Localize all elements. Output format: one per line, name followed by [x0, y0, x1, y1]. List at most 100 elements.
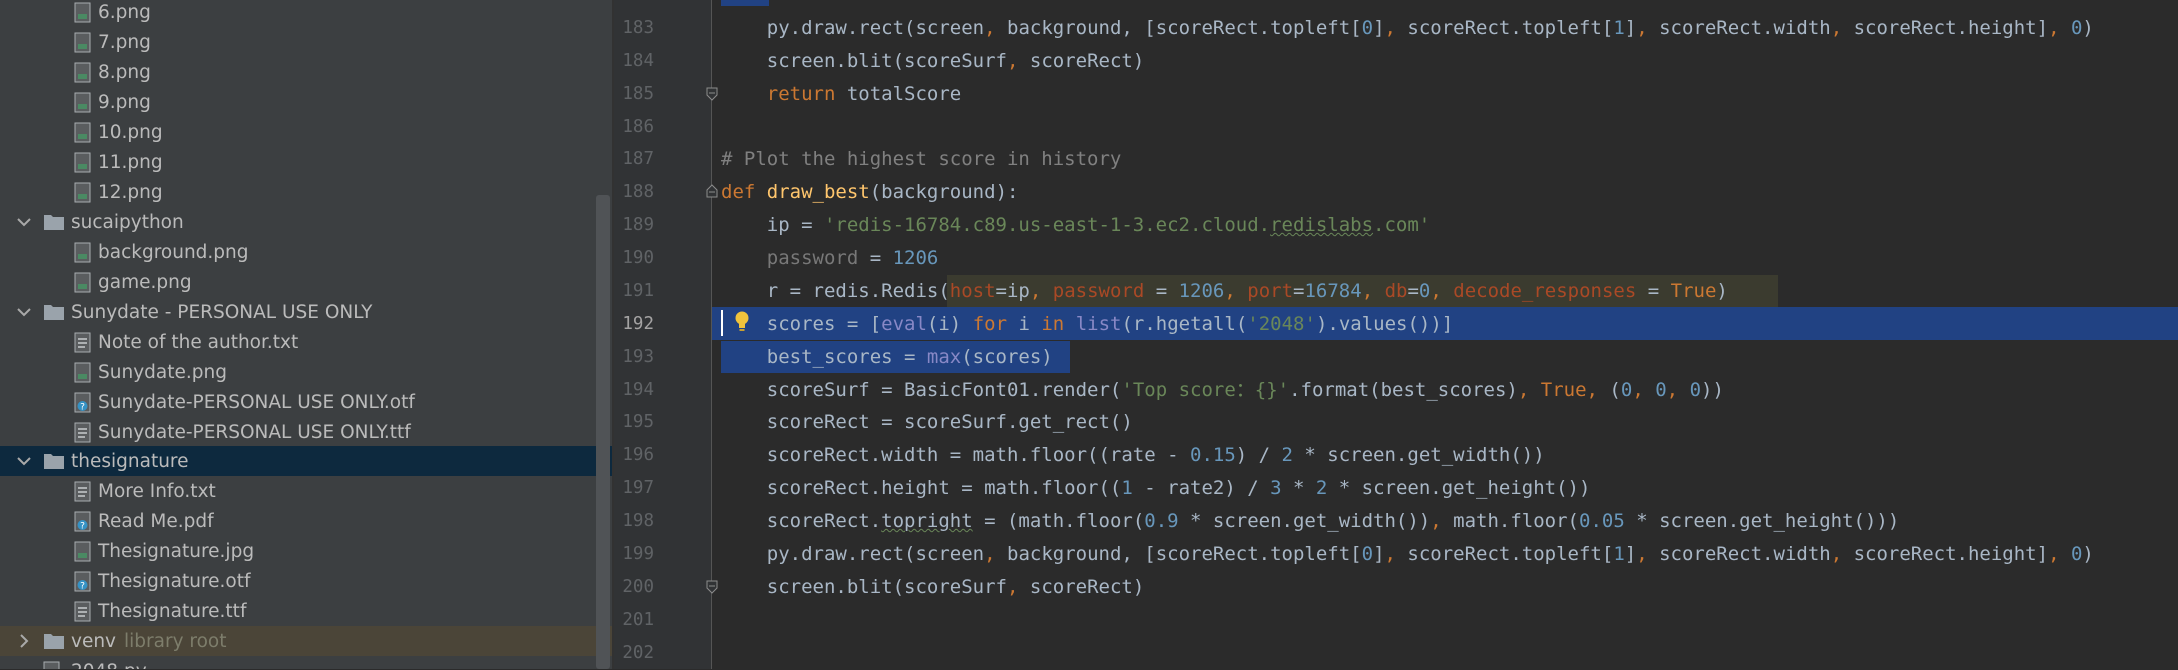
folder-icon	[44, 634, 64, 649]
fold-end-icon[interactable]	[705, 87, 719, 101]
code-line-200[interactable]: screen.blit(scoreSurf, scoreRect)	[721, 571, 1145, 604]
code-line-188[interactable]: def draw_best(background):	[721, 176, 1018, 209]
tree-item-file[interactable]: 8.png	[0, 57, 612, 87]
code-line-198[interactable]: scoreRect.topright = (math.floor(0.9 * s…	[721, 505, 1900, 538]
chevron-down-icon[interactable]	[16, 304, 32, 320]
image-file-icon	[74, 362, 91, 383]
project-tree-panel[interactable]: 6.png 7.png 8.png 9.png 10.png 11.png 12…	[0, 0, 612, 669]
code-line-195[interactable]: scoreRect = scoreSurf.get_rect()	[721, 406, 1133, 439]
line-number: 193	[622, 347, 654, 367]
code-line-183[interactable]: py.draw.rect(screen, background, [scoreR…	[721, 12, 2094, 45]
line-number: 184	[622, 51, 654, 71]
tree-item-label: 9.png	[98, 91, 151, 113]
code-line-189[interactable]: ip = 'redis-16784.c89.us-east-1-3.ec2.cl…	[721, 209, 1430, 242]
fold-start-icon[interactable]	[705, 184, 719, 198]
tree-item-file[interactable]: 6.png	[0, 0, 612, 27]
line-number: 198	[622, 511, 654, 531]
code-line-190[interactable]: password = 1206	[721, 242, 939, 275]
line-number: 192	[622, 314, 654, 334]
image-file-icon	[74, 92, 91, 113]
code-line-194[interactable]: scoreSurf = BasicFont01.render('Top scor…	[721, 374, 1724, 407]
chevron-down-icon[interactable]	[16, 453, 32, 469]
tree-item-file[interactable]: Note of the author.txt	[0, 327, 612, 357]
code-line-199[interactable]: py.draw.rect(screen, background, [scoreR…	[721, 538, 2094, 571]
line-number: 195	[622, 412, 654, 432]
image-file-icon	[74, 182, 91, 203]
tree-item-file[interactable]: More Info.txt	[0, 476, 612, 506]
chevron-down-icon[interactable]	[16, 214, 32, 230]
svg-text:?: ?	[80, 582, 85, 592]
code-line-191[interactable]: r = redis.Redis(host=ip, password = 1206…	[721, 275, 1728, 308]
tree-item-label: background.png	[98, 241, 249, 263]
code-line-187-comment[interactable]: # Plot the highest score in history	[721, 143, 1121, 176]
image-file-icon	[74, 122, 91, 143]
fold-end-icon[interactable]	[705, 580, 719, 594]
code-line-185[interactable]: return totalScore	[721, 78, 961, 111]
tree-item-label: Thesignature.otf	[98, 570, 251, 592]
code-line-197[interactable]: scoreRect.height = math.floor((1 - rate2…	[721, 472, 1591, 505]
code-line-192[interactable]: scores = [eval(i) for i in list(r.hgetal…	[721, 308, 1453, 341]
tree-item-file[interactable]: Sunydate-PERSONAL USE ONLY.ttf	[0, 417, 612, 447]
tree-item-label: Read Me.pdf	[98, 510, 214, 532]
image-file-icon	[74, 152, 91, 173]
tree-item-label: Sunydate-PERSONAL USE ONLY.ttf	[98, 421, 411, 443]
line-number: 200	[622, 577, 654, 597]
tree-item-file[interactable]: ? Thesignature.otf	[0, 566, 612, 596]
line-number: 187	[622, 149, 654, 169]
tree-item-label: venv library root	[71, 630, 227, 652]
text-file-icon	[74, 422, 91, 443]
tree-item-file[interactable]: Thesignature.jpg	[0, 536, 612, 566]
line-number: 199	[622, 544, 654, 564]
folder-icon	[44, 215, 64, 230]
tree-item-label: Sunydate-PERSONAL USE ONLY.otf	[98, 391, 415, 413]
tree-item-file[interactable]: Sunydate.png	[0, 357, 612, 387]
tree-item-file[interactable]: ? Sunydate-PERSONAL USE ONLY.otf	[0, 387, 612, 417]
python-file-icon	[43, 661, 60, 669]
tree-item-file[interactable]: 12.png	[0, 177, 612, 207]
tree-folder-venv[interactable]: venv library root	[0, 626, 612, 656]
lightbulb-icon[interactable]	[733, 309, 751, 335]
line-number: 201	[622, 610, 654, 630]
tree-folder-thesignature[interactable]: thesignature	[0, 446, 612, 476]
code-line-184[interactable]: screen.blit(scoreSurf, scoreRect)	[721, 45, 1145, 78]
line-number: 196	[622, 445, 654, 465]
line-number: 186	[622, 117, 654, 137]
tree-item-file[interactable]: 10.png	[0, 117, 612, 147]
code-line-193[interactable]: best_scores = max(scores)	[721, 341, 1053, 374]
image-file-icon	[74, 2, 91, 23]
image-file-icon	[74, 272, 91, 293]
unknown-file-icon: ?	[74, 392, 91, 413]
tree-item-label: Sunydate.png	[98, 361, 227, 383]
code-line-196[interactable]: scoreRect.width = math.floor((rate - 0.1…	[721, 439, 1545, 472]
tree-item-label: Sunydate - PERSONAL USE ONLY	[71, 301, 373, 323]
line-number: 188	[622, 182, 654, 202]
line-number: 191	[622, 281, 654, 301]
chevron-right-icon[interactable]	[16, 633, 32, 649]
svg-text:?: ?	[80, 403, 85, 413]
line-number: 189	[622, 215, 654, 235]
tree-item-label: 11.png	[98, 151, 163, 173]
tree-item-file[interactable]: ? Read Me.pdf	[0, 506, 612, 536]
image-file-icon	[74, 62, 91, 83]
tree-item-file[interactable]: background.png	[0, 237, 612, 267]
unknown-file-icon: ?	[74, 571, 91, 592]
folder-icon	[44, 454, 64, 469]
tree-item-file[interactable]: 11.png	[0, 147, 612, 177]
tree-item-file[interactable]: game.png	[0, 267, 612, 297]
tree-item-file[interactable]: Thesignature.ttf	[0, 596, 612, 626]
tree-scrollbar[interactable]	[596, 195, 610, 669]
tree-folder-sucaipython[interactable]: sucaipython	[0, 207, 612, 237]
image-file-icon	[74, 541, 91, 562]
text-caret	[721, 310, 723, 336]
tree-item-label: More Info.txt	[98, 480, 216, 502]
tree-item-file[interactable]: 7.png	[0, 27, 612, 57]
tree-item-label: 6.png	[98, 1, 151, 23]
tree-item-label: 10.png	[98, 121, 163, 143]
image-file-icon	[74, 242, 91, 263]
tree-item-file[interactable]: 9.png	[0, 87, 612, 117]
tree-folder-sunydate[interactable]: Sunydate - PERSONAL USE ONLY	[0, 297, 612, 327]
text-file-icon	[74, 481, 91, 502]
tree-item-file[interactable]: 2048.py	[0, 656, 612, 669]
line-number: 190	[622, 248, 654, 268]
folder-icon	[44, 305, 64, 320]
